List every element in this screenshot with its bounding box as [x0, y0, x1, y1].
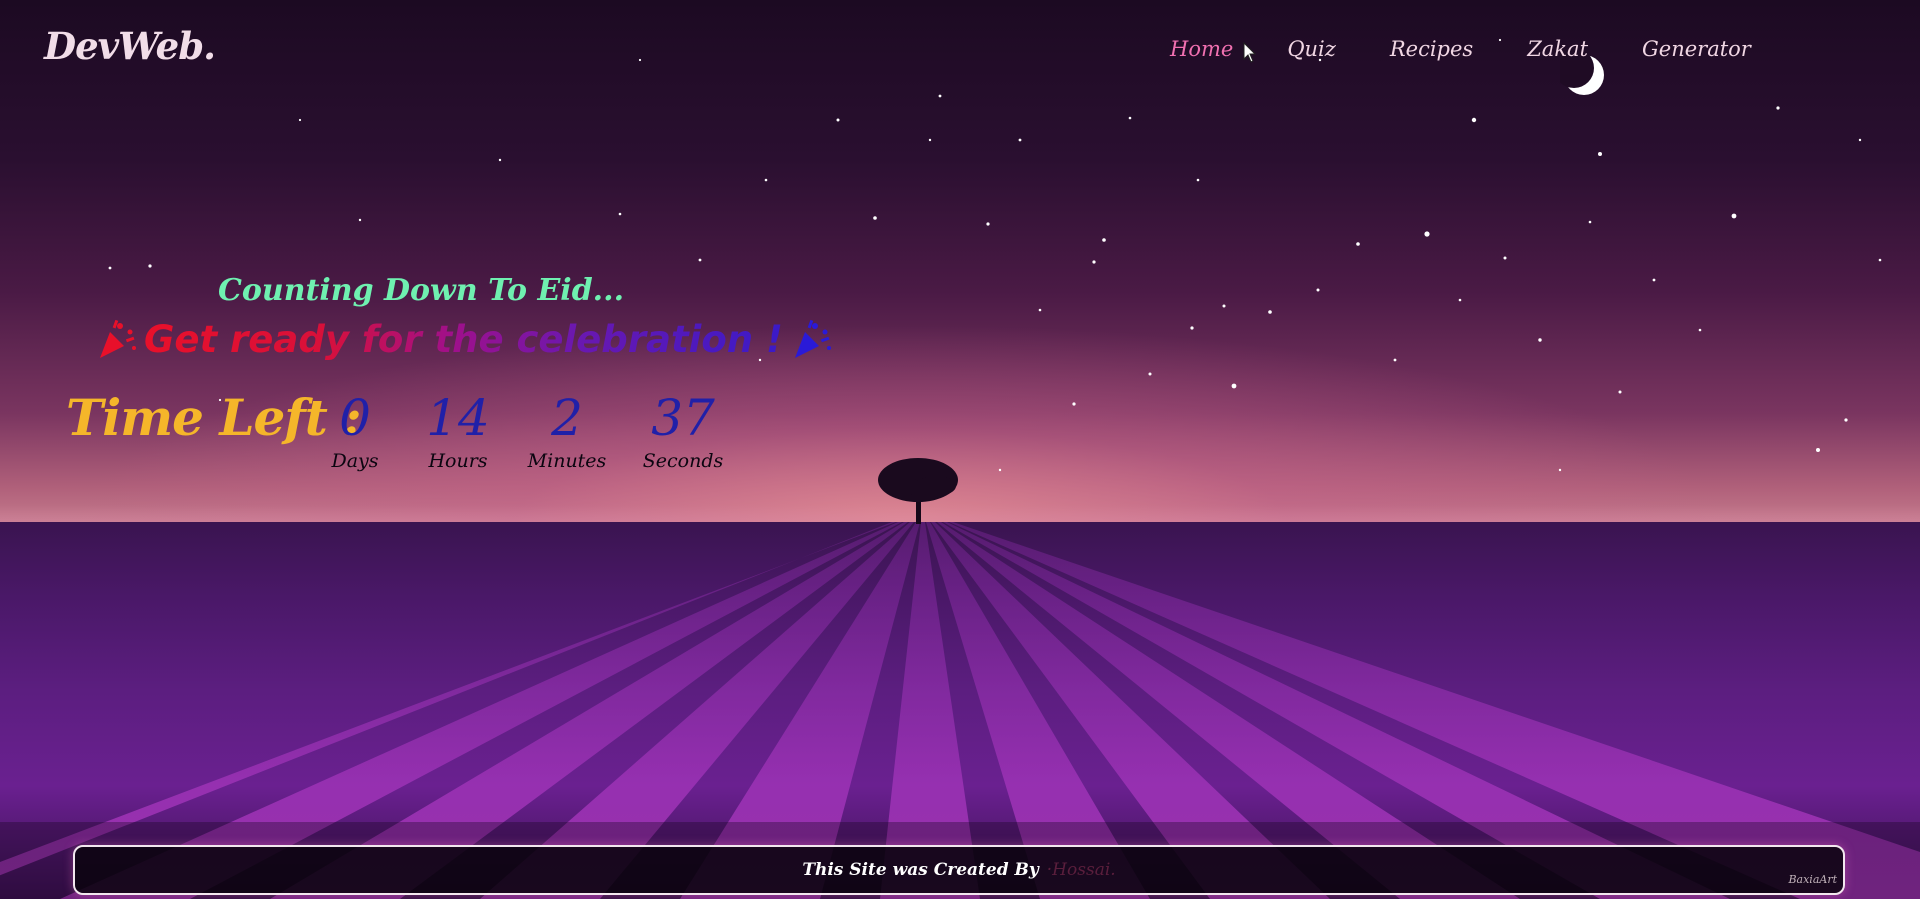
countdown-days-label: Days	[331, 450, 379, 472]
countdown-seconds-value: 37	[651, 389, 715, 447]
countdown-hours: 14 Hours	[403, 392, 513, 472]
footer-author-link[interactable]: ·Hossai.	[1047, 860, 1116, 880]
page: DevWeb. Home Quiz Recipes Zakat Generato…	[0, 0, 1920, 899]
countdown-subtitle: Counting Down To Eid...	[218, 273, 625, 308]
site-footer: This Site was Created By ·Hossai. BaxiaAr…	[73, 845, 1845, 895]
lavender-rows-decoration	[0, 522, 1920, 899]
footer-watermark: BaxiaArt	[1788, 873, 1837, 886]
countdown-days: 0 Days	[300, 392, 410, 472]
countdown-minutes-value: 2	[551, 389, 583, 447]
nav-item-zakat[interactable]: Zakat	[1527, 37, 1588, 61]
nav-item-generator[interactable]: Generator	[1642, 37, 1751, 61]
footer-created-by: This Site was Created By	[802, 860, 1039, 880]
countdown-seconds-label: Seconds	[642, 450, 724, 472]
countdown-seconds: 37 Seconds	[628, 392, 738, 472]
nav-item-quiz[interactable]: Quiz	[1287, 37, 1336, 61]
countdown-minutes-label: Minutes	[527, 450, 607, 472]
nav-item-home[interactable]: Home	[1170, 37, 1233, 61]
site-logo[interactable]: DevWeb.	[44, 24, 216, 68]
countdown-minutes: 2 Minutes	[512, 392, 622, 472]
nav-item-recipes[interactable]: Recipes	[1390, 37, 1473, 61]
countdown-days-value: 0	[339, 389, 371, 447]
party-popper-icon	[100, 319, 136, 358]
countdown-hours-label: Hours	[428, 450, 488, 472]
party-popper-icon	[794, 319, 831, 358]
main-nav: Home Quiz Recipes Zakat Generator	[1170, 34, 1805, 64]
headline-text: Get ready for the celebration !	[144, 317, 783, 361]
footer-credit: This Site was Created By ·Hossai.	[75, 860, 1843, 880]
celebration-headline: Get ready for the celebration !	[96, 316, 833, 362]
mouse-pointer-icon	[1243, 42, 1257, 63]
lone-tree-icon	[878, 458, 958, 524]
countdown-hours-value: 14	[426, 389, 490, 447]
